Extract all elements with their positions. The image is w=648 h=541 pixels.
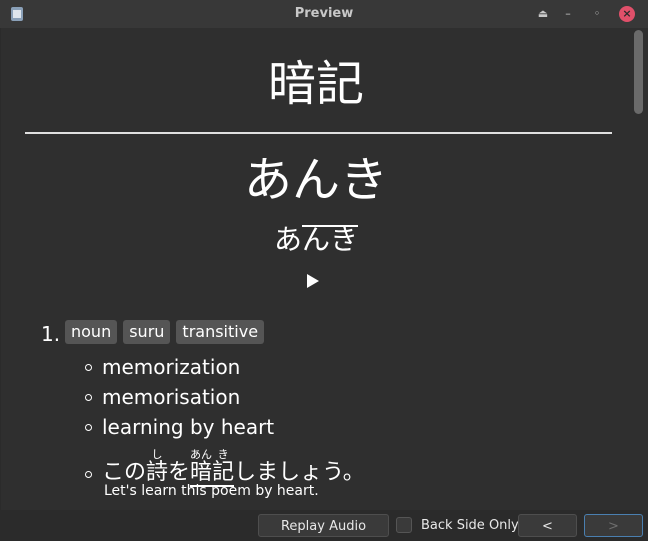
previous-button[interactable]: < bbox=[518, 514, 577, 537]
tag-suru: suru bbox=[123, 320, 171, 344]
ruby-word: 記き bbox=[212, 448, 235, 485]
bullet-icon bbox=[85, 363, 92, 371]
example-before: この bbox=[102, 460, 147, 485]
gloss-text: memorization bbox=[102, 355, 241, 379]
example-translation: Let's learn this poem by heart. bbox=[104, 483, 319, 499]
sense-number: 1. bbox=[41, 322, 61, 346]
pitch-high: んき bbox=[302, 223, 359, 256]
vertical-scrollbar[interactable] bbox=[631, 28, 648, 510]
ruby-reading: あん bbox=[190, 448, 213, 461]
tag-list: noun suru transitive bbox=[65, 320, 265, 344]
ruby-reading: し bbox=[146, 448, 169, 461]
back-side-only-label[interactable]: Back Side Only bbox=[421, 518, 519, 533]
example-particle: を bbox=[168, 460, 191, 485]
bullet-icon bbox=[85, 423, 92, 431]
ruby-reading: き bbox=[212, 448, 235, 461]
divider bbox=[25, 132, 612, 134]
eject-icon[interactable]: ⏏ bbox=[535, 6, 551, 22]
list-item: memorisation bbox=[85, 382, 274, 412]
bottom-toolbar: Replay Audio Back Side Only < > bbox=[0, 510, 648, 541]
ruby-word: 詩し bbox=[146, 448, 169, 485]
next-button[interactable]: > bbox=[584, 514, 643, 537]
pitch-accent: あんき bbox=[1, 222, 631, 258]
list-item: memorization bbox=[85, 352, 274, 382]
ruby-base: 記 bbox=[212, 460, 235, 485]
gloss-text: memorisation bbox=[102, 385, 241, 409]
minimize-button[interactable]: – bbox=[560, 6, 576, 22]
replay-audio-button[interactable]: Replay Audio bbox=[258, 514, 389, 537]
reading: あんき bbox=[243, 152, 388, 208]
ruby-base: 暗 bbox=[190, 460, 213, 485]
gloss-text: learning by heart bbox=[102, 415, 275, 439]
scroll-thumb[interactable] bbox=[634, 30, 643, 114]
ruby-base: 詩 bbox=[146, 460, 169, 485]
gloss-list: memorization memorisation learning by he… bbox=[85, 352, 274, 442]
tag-transitive: transitive bbox=[176, 320, 265, 344]
bullet-icon bbox=[85, 393, 92, 401]
card-preview: 暗記 あんき あんき 1. noun suru transitive memor… bbox=[1, 28, 631, 510]
bullet-icon bbox=[85, 471, 92, 478]
example-item: この詩しを暗あん記きしましょう。 bbox=[85, 448, 365, 488]
play-audio-icon[interactable] bbox=[307, 274, 319, 288]
pitch-low: あ bbox=[273, 223, 302, 256]
ruby-word: 暗あん bbox=[190, 448, 213, 485]
tag-noun: noun bbox=[65, 320, 118, 344]
example-sentence: この詩しを暗あん記きしましょう。 bbox=[102, 448, 365, 488]
close-button[interactable]: × bbox=[619, 6, 635, 22]
list-item: learning by heart bbox=[85, 412, 274, 442]
expression: 暗記 bbox=[267, 56, 364, 112]
back-side-only-checkbox[interactable] bbox=[396, 517, 412, 533]
example-after: しましょう。 bbox=[234, 460, 365, 485]
title-bar: Preview ⏏ – ◦ × bbox=[0, 0, 648, 28]
maximize-button[interactable]: ◦ bbox=[589, 6, 605, 22]
